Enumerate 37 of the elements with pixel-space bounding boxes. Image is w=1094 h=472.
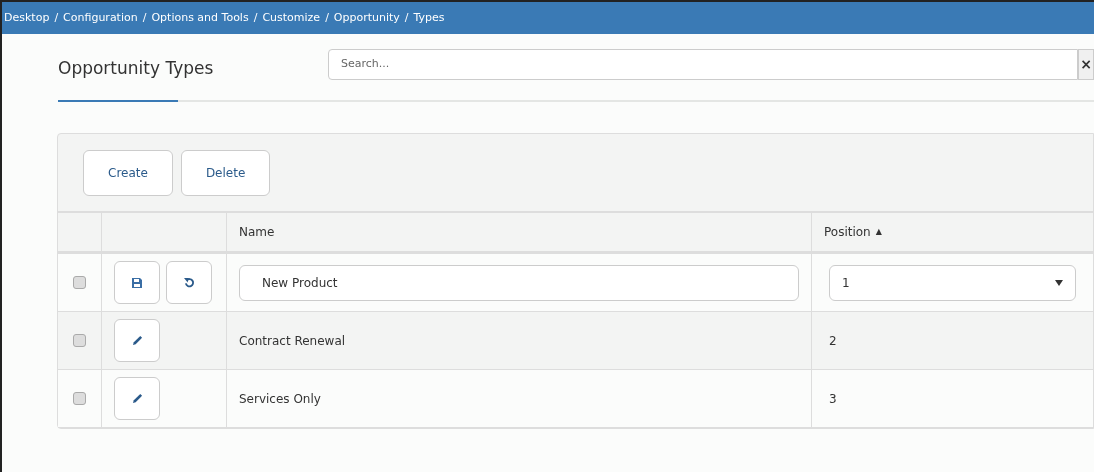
- breadcrumb-link[interactable]: Types: [413, 9, 445, 27]
- breadcrumb-separator: /: [253, 9, 258, 26]
- edit-button[interactable]: [114, 319, 160, 362]
- pencil-icon: [131, 335, 143, 346]
- breadcrumb-link[interactable]: Opportunity: [333, 9, 400, 27]
- breadcrumb-separator: /: [325, 9, 329, 26]
- sort-ascending-icon: ▲: [875, 226, 882, 238]
- page-title: Opportunity Types: [58, 57, 215, 81]
- column-header[interactable]: Name: [239, 223, 275, 241]
- row-checkbox[interactable]: [73, 392, 86, 405]
- table-cell-text: 3: [828, 390, 838, 408]
- dropdown-caret-icon: [1055, 279, 1063, 286]
- save-icon: [132, 277, 142, 288]
- column-header[interactable]: Position: [824, 223, 871, 241]
- breadcrumb-separator: /: [54, 9, 59, 26]
- toolbar-button[interactable]: Delete: [180, 149, 271, 196]
- breadcrumb-separator: /: [142, 9, 147, 26]
- save-button[interactable]: [114, 261, 160, 304]
- breadcrumb-link[interactable]: Desktop: [4, 9, 50, 27]
- toolbar-button[interactable]: Create: [83, 149, 173, 196]
- breadcrumb-link[interactable]: Options and Tools: [151, 9, 249, 27]
- breadcrumb-link[interactable]: Configuration: [63, 9, 138, 27]
- table-cell: Services Only: [227, 370, 812, 427]
- undo-button[interactable]: [166, 261, 212, 304]
- breadcrumb-link[interactable]: Customize: [262, 9, 321, 27]
- row-checkbox[interactable]: [73, 334, 86, 347]
- undo-icon: [183, 277, 195, 288]
- pencil-icon: [131, 393, 143, 404]
- edit-button[interactable]: [114, 377, 160, 420]
- table-cell-text: 2: [828, 332, 838, 350]
- table-cell: Contract Renewal: [227, 312, 812, 369]
- clear-search-button[interactable]: ×: [1078, 48, 1094, 80]
- breadcrumb-separator: /: [404, 9, 409, 26]
- position-dropdown[interactable]: 1: [829, 264, 1076, 301]
- row-checkbox[interactable]: [73, 276, 86, 289]
- name-input[interactable]: New Product: [239, 264, 799, 301]
- search-field[interactable]: Search...: [328, 48, 1078, 80]
